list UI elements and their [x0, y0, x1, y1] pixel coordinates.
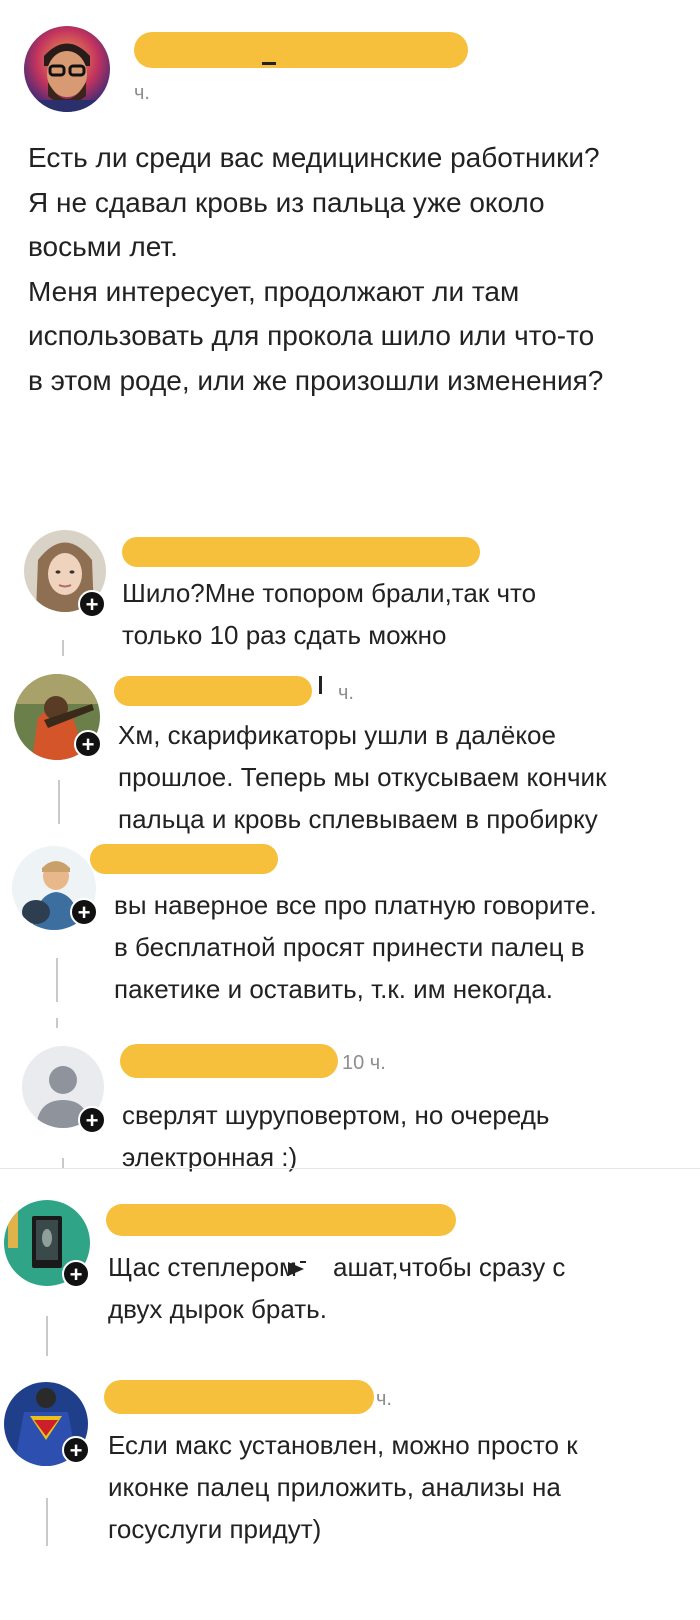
comment-1-thread-line: [62, 640, 64, 656]
comment-6-time: ч.: [376, 1388, 392, 1410]
comment-4-thread-dot: [62, 1158, 64, 1168]
comment-5-add-icon[interactable]: +: [62, 1260, 90, 1288]
comment-6-add-icon[interactable]: +: [62, 1436, 90, 1464]
post-author-avatar[interactable]: [24, 26, 110, 112]
comment-1-text: Шило?Мне топором брали,так что только 10…: [122, 578, 537, 650]
comment-2-time: ч.: [338, 682, 354, 704]
comment-5-thread-line: [46, 1316, 48, 1356]
comment-1-add-icon[interactable]: +: [78, 590, 106, 618]
comment-1-redacted-name: [122, 537, 480, 567]
comment-4-text: сверлят шуруповертом, но очередь электро…: [122, 1100, 550, 1172]
name-underscore: [262, 62, 276, 65]
comment-4-add-icon[interactable]: +: [78, 1106, 106, 1134]
comment-6-thread-line: [46, 1498, 48, 1546]
comment-5-redacted-name: [106, 1204, 456, 1236]
comment-2-thread-line: [58, 780, 60, 824]
comment-3-add-icon[interactable]: +: [70, 898, 98, 926]
comment-4-time: 10 ч.: [342, 1052, 386, 1074]
comment-2-text: Хм, скарификаторы ушли в далёкое прошлое…: [118, 720, 607, 834]
comment-3-thread-dot: [56, 1018, 58, 1028]
comment-5-text: Щас степлером ашат,чтобы сразу с двух ды…: [108, 1252, 566, 1324]
section-divider: [0, 1168, 700, 1169]
post-time: ч.: [134, 82, 150, 104]
comment-5-sticker-icon: [286, 1260, 308, 1278]
comment-6-text: Если макс установлен, можно просто к ико…: [108, 1430, 578, 1544]
comment-3-redacted-name: [90, 844, 278, 874]
comment-4-redacted-name: [120, 1044, 338, 1078]
comment-6-redacted-name: [104, 1380, 374, 1414]
comment-2-redacted-name: [114, 676, 312, 706]
redacted-author-name: [134, 32, 468, 68]
comment-3-thread-line: [56, 958, 58, 1002]
post-body: Есть ли среди вас медицинские работники?…: [28, 142, 604, 396]
comment-3-text: вы наверное все про платную говорите. в …: [114, 890, 597, 1004]
comment-2-add-icon[interactable]: +: [74, 730, 102, 758]
comment-2-name-tail: [319, 676, 322, 694]
